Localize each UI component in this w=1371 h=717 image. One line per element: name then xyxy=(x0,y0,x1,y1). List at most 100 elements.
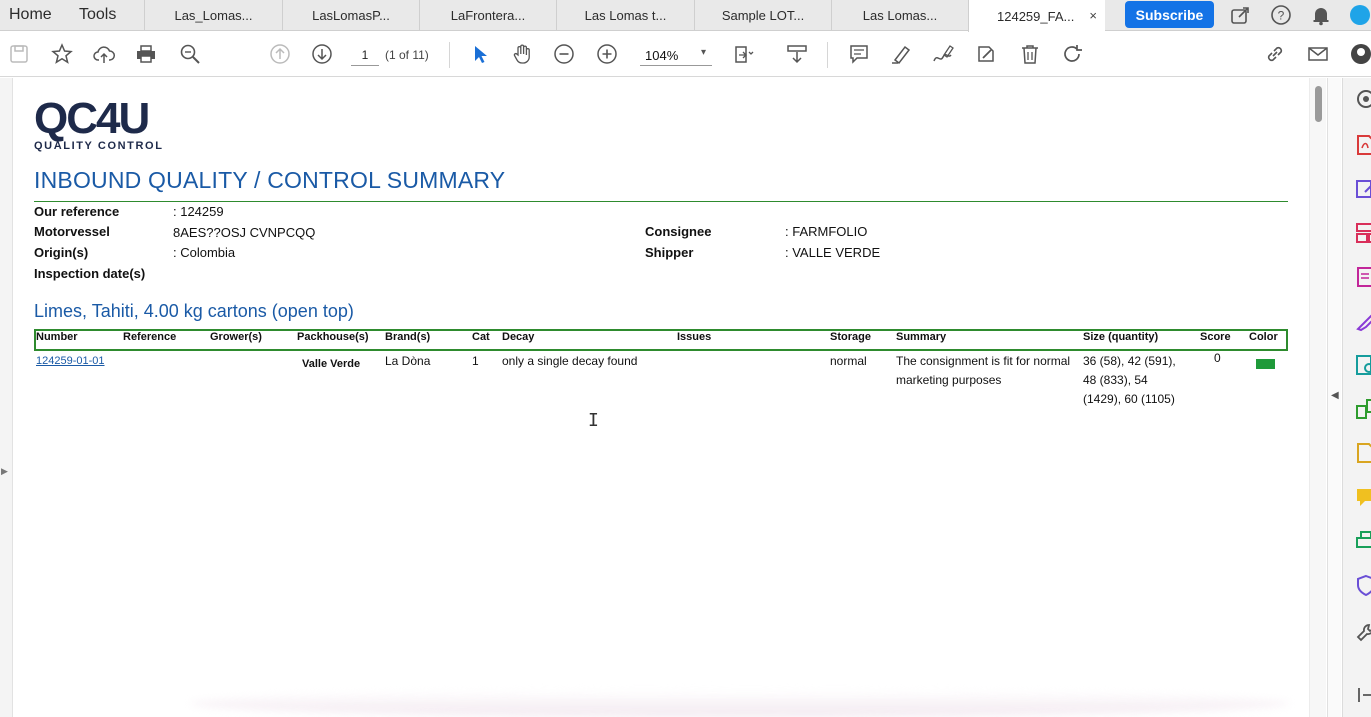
zoom-in-icon[interactable] xyxy=(596,43,618,65)
summary-cell-line: The consignment is fit for normal xyxy=(896,354,1071,368)
edit-icon[interactable] xyxy=(975,43,997,65)
tab-label: LasLomasP... xyxy=(312,8,390,23)
packhouse-cell: Valle Verde xyxy=(302,358,361,370)
tab-label: Las_Lomas... xyxy=(174,8,253,23)
export-pdf-icon[interactable] xyxy=(1355,134,1371,156)
column-header: Number xyxy=(36,331,78,343)
scan-ocr-icon[interactable] xyxy=(1355,354,1371,376)
toolbar-divider xyxy=(449,42,450,68)
page-up-icon[interactable] xyxy=(269,43,291,65)
tools-tab[interactable]: Tools xyxy=(79,6,116,24)
save-icon[interactable] xyxy=(8,43,30,65)
left-panel-toggle[interactable]: ▶ xyxy=(0,78,13,717)
edit-pdf-icon[interactable] xyxy=(1355,178,1371,200)
shipper-value: : VALLE VERDE xyxy=(785,245,881,260)
origin-label: Origin(s) xyxy=(34,245,89,260)
fit-page-icon[interactable] xyxy=(733,43,755,65)
document-tab[interactable]: LaFrontera... xyxy=(419,0,556,31)
document-tab[interactable]: Las Lomas... xyxy=(831,0,968,31)
sign-icon[interactable] xyxy=(932,43,954,65)
document-tab-active[interactable]: 124259_FA... × xyxy=(968,0,1105,32)
document-title: INBOUND QUALITY / CONTROL SUMMARY xyxy=(34,167,506,193)
color-swatch xyxy=(1256,359,1275,369)
svg-text:?: ? xyxy=(1278,9,1285,23)
tab-label: 124259_FA... xyxy=(997,8,1075,24)
comment-tool-icon[interactable] xyxy=(1355,266,1371,288)
document-tab[interactable]: Las_Lomas... xyxy=(144,0,282,31)
scroll-mode-icon[interactable] xyxy=(786,43,808,65)
highlight-icon[interactable] xyxy=(890,43,912,65)
motorvessel-value: 8AES??OSJ CVNPCQQ xyxy=(173,225,316,240)
column-header: Color xyxy=(1249,331,1278,343)
zoom-value: 104% xyxy=(645,48,679,63)
help-icon[interactable]: ? xyxy=(1270,4,1292,26)
delete-icon[interactable] xyxy=(1019,43,1041,65)
storage-cell: normal xyxy=(830,354,867,368)
shipper-label: Shipper xyxy=(645,245,694,260)
page-shadow xyxy=(190,690,1290,717)
chevron-down-icon: ▾ xyxy=(700,47,706,58)
size-cell-line: (1429), 60 (1105) xyxy=(1083,392,1175,406)
comment-icon[interactable] xyxy=(848,43,870,65)
link-icon[interactable] xyxy=(1264,43,1286,65)
tab-label: LaFrontera... xyxy=(450,8,526,23)
email-icon[interactable] xyxy=(1307,43,1329,65)
print-icon[interactable] xyxy=(135,43,157,65)
motorvessel-label: Motorvessel xyxy=(34,224,110,239)
home-tab[interactable]: Home xyxy=(9,6,52,24)
collapse-panel-icon[interactable] xyxy=(1355,684,1371,706)
vertical-scrollbar[interactable] xyxy=(1309,78,1326,717)
tab-label: Las Lomas... xyxy=(862,8,938,23)
page-down-icon[interactable] xyxy=(311,43,333,65)
document-tab[interactable]: Las Lomas t... xyxy=(556,0,694,31)
text-cursor-icon: I xyxy=(588,410,599,431)
zoom-search-icon[interactable] xyxy=(179,43,201,65)
more-tools-wrench-icon[interactable] xyxy=(1355,622,1371,644)
our-reference-value: : 124259 xyxy=(173,204,224,219)
document-tab[interactable]: Sample LOT... xyxy=(694,0,831,31)
page-number-input[interactable] xyxy=(351,44,379,66)
subscribe-button[interactable]: Subscribe xyxy=(1125,1,1214,28)
right-panel-toggle[interactable]: ◀ xyxy=(1327,78,1341,717)
origin-value: : Colombia xyxy=(173,245,236,260)
select-arrow-icon[interactable] xyxy=(469,43,491,65)
bookmark-star-icon[interactable] xyxy=(51,43,73,65)
cat-cell: 1 xyxy=(472,354,479,368)
protect-shield-icon[interactable] xyxy=(1355,574,1371,597)
column-header: Packhouse(s) xyxy=(297,331,369,343)
create-pdf-icon[interactable] xyxy=(1355,222,1371,244)
hand-tool-icon[interactable] xyxy=(511,43,533,65)
chevron-left-icon: ◀ xyxy=(1331,390,1339,401)
sticky-note-icon[interactable] xyxy=(1355,486,1371,508)
brand-cell: La Dòna xyxy=(385,354,431,368)
send-for-review-icon[interactable] xyxy=(1355,442,1371,464)
organize-pages-icon[interactable] xyxy=(1355,398,1371,420)
inspection-dates-label: Inspection date(s) xyxy=(34,266,146,281)
rotate-icon[interactable] xyxy=(1061,43,1083,65)
close-tab-icon[interactable]: × xyxy=(1089,8,1097,23)
notification-bell-icon[interactable] xyxy=(1310,4,1332,26)
tools-panel xyxy=(1342,78,1371,717)
chevron-right-icon: ▶ xyxy=(1,466,8,476)
account-avatar-icon[interactable] xyxy=(1349,4,1371,26)
zoom-dropdown[interactable]: 104% ▾ xyxy=(640,44,712,66)
user-icon[interactable] xyxy=(1350,43,1371,65)
scrollbar-thumb[interactable] xyxy=(1315,86,1322,122)
column-header: Summary xyxy=(896,331,947,343)
title-divider xyxy=(34,201,1288,202)
search-tool-icon[interactable] xyxy=(1355,88,1371,110)
fill-sign-icon[interactable] xyxy=(1355,310,1371,332)
share-icon[interactable] xyxy=(1230,4,1252,26)
print-production-icon[interactable] xyxy=(1355,530,1371,552)
upload-cloud-icon[interactable] xyxy=(93,43,115,65)
column-header: Reference xyxy=(123,331,177,343)
consignee-value: : FARMFOLIO xyxy=(785,224,868,239)
score-cell: 0 xyxy=(1214,351,1221,365)
document-tab[interactable]: LasLomasP... xyxy=(282,0,419,31)
column-header: Score xyxy=(1200,331,1231,343)
zoom-out-icon[interactable] xyxy=(553,43,575,65)
column-header: Grower(s) xyxy=(210,331,262,343)
column-header: Storage xyxy=(830,331,871,343)
toolbar-divider xyxy=(827,42,828,68)
inspection-number-link[interactable]: 124259-01-01 xyxy=(36,352,105,371)
